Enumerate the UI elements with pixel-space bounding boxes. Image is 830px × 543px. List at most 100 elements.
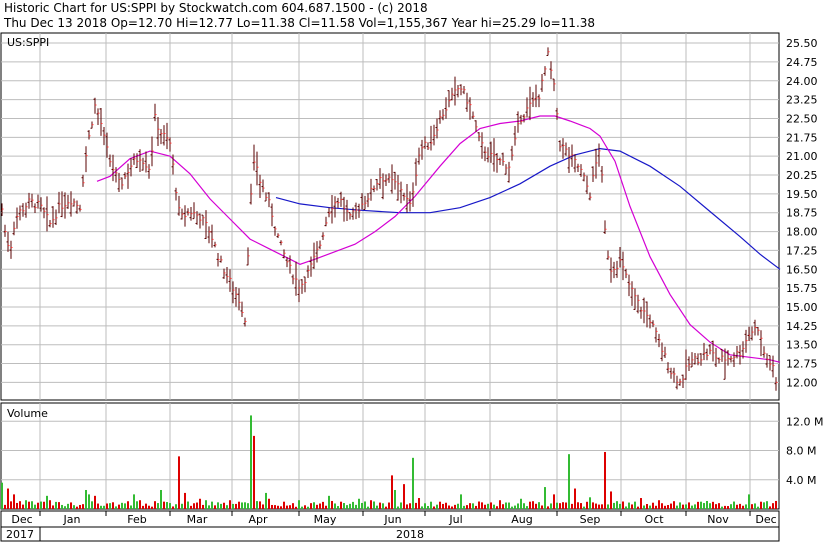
volume-bar [676, 505, 678, 509]
price-chart-title: US:SPPI [7, 36, 49, 49]
volume-bar [427, 506, 429, 509]
volume-bar [574, 488, 576, 509]
volume-bar [160, 489, 162, 509]
volume-bar [349, 503, 351, 509]
x-axis-month-label: Feb [127, 513, 146, 526]
volume-bar [772, 503, 774, 509]
volume-bar [499, 500, 501, 509]
volume-bar [214, 505, 216, 509]
volume-panel [0, 402, 780, 510]
volume-bar [703, 503, 705, 509]
x-axis-month-label: Dec [755, 513, 776, 526]
volume-bar [616, 501, 618, 509]
volume-bar [478, 501, 480, 509]
volume-bar [91, 501, 93, 509]
volume-bar [544, 487, 546, 509]
volume-bar [724, 505, 726, 509]
volume-bar [628, 502, 630, 509]
volume-bar [115, 506, 117, 509]
volume-bar [127, 501, 129, 509]
volume-bar [34, 504, 36, 509]
volume-bar [226, 505, 228, 509]
volume-bar [286, 505, 288, 509]
x-axis-month-label: May [314, 513, 337, 526]
volume-bar [202, 504, 204, 509]
volume-bar [229, 500, 231, 509]
volume-bar [97, 503, 99, 509]
volume-bar [166, 502, 168, 509]
volume-bar [601, 504, 603, 509]
volume-bar [142, 505, 144, 509]
volume-bar [67, 503, 69, 509]
volume-bar [265, 492, 267, 509]
volume-bar [691, 505, 693, 509]
volume-bar [337, 506, 339, 509]
volume-bar [535, 503, 537, 509]
volume-bar [316, 504, 318, 509]
volume-bar [430, 501, 432, 509]
volume-bar [532, 501, 534, 509]
volume-bar [343, 503, 345, 509]
volume-bar [583, 506, 585, 509]
x-axis-month-label: Apr [248, 513, 268, 526]
volume-bar [445, 502, 447, 509]
volume-bar [634, 501, 636, 509]
volume-bar [217, 502, 219, 509]
volume-bar [10, 501, 12, 509]
volume-bar [664, 505, 666, 509]
volume-bar [157, 503, 159, 509]
volume-bar [373, 501, 375, 509]
volume-bar [619, 503, 621, 509]
volume-bar [493, 504, 495, 509]
volume-bar [274, 505, 276, 509]
volume-bar [502, 504, 504, 509]
volume-bar [694, 504, 696, 509]
volume-bar [559, 503, 561, 509]
volume-bar [475, 505, 477, 509]
volume-bar [727, 506, 729, 509]
volume-bar [151, 506, 153, 509]
price-y-axis: 12.00 12.75 13.50 14.25 15.00 15.75 16.50 17.25… [786, 37, 818, 389]
x-axis-month-label: Mar [187, 513, 208, 526]
volume-bar [1, 482, 3, 509]
x-axis-month-label: Jul [448, 513, 462, 526]
volume-bar [643, 505, 645, 509]
x-axis-month-label: Nov [707, 513, 729, 526]
volume-bar [163, 501, 165, 509]
volume-bar [370, 500, 372, 509]
x-axis-month-label: Jan [63, 513, 81, 526]
volume-bar [745, 504, 747, 509]
price-y-tick-label: 22.50 [786, 112, 818, 125]
volume-bar [547, 506, 549, 509]
volume-bar [244, 502, 246, 509]
volume-bar [550, 503, 552, 509]
volume-bar [730, 504, 732, 509]
volume-bar [190, 505, 192, 509]
volume-bar [277, 505, 279, 509]
volume-bar [640, 498, 642, 509]
volume-bar [58, 502, 60, 509]
volume-bar [580, 503, 582, 509]
volume-bar [625, 506, 627, 509]
volume-bar [712, 501, 714, 509]
volume-bar [70, 502, 72, 509]
volume-bar [568, 454, 570, 509]
volume-bar [631, 504, 633, 509]
price-y-tick-label: 15.00 [786, 301, 818, 314]
volume-bar [670, 503, 672, 509]
volume-bar [40, 501, 42, 509]
volume-bar [562, 502, 564, 509]
volume-bar [82, 504, 84, 509]
volume-bar [610, 491, 612, 509]
volume-bar [457, 503, 459, 509]
volume-bar [136, 501, 138, 509]
volume-bar [697, 501, 699, 509]
x-axis-month-label: Dec [11, 513, 32, 526]
volume-bar [178, 456, 180, 509]
volume-bar [646, 504, 648, 509]
volume-bar [667, 505, 669, 509]
volume-bar [193, 503, 195, 509]
x-axis-month-label: Sep [580, 513, 601, 526]
stock-chart: 12.00 12.75 13.50 14.25 15.00 15.75 16.50 17.25… [0, 32, 823, 542]
volume-bar [604, 451, 606, 509]
